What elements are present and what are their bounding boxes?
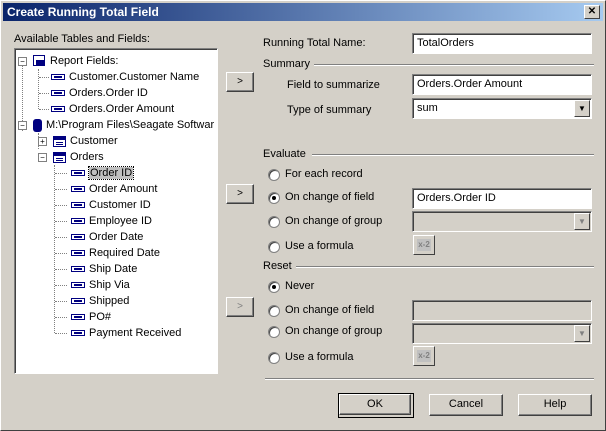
evaluate-on-change-of-group-label: On change of group: [285, 215, 383, 227]
evaluate-use-a-formula-radio[interactable]: [268, 241, 280, 253]
evaluate-on-change-of-group-radio[interactable]: [268, 216, 280, 228]
tree-line: [54, 165, 55, 333]
tree-node-field[interactable]: Customer.Customer Name: [51, 69, 199, 85]
tree-node-field[interactable]: Orders.Order Amount: [51, 101, 174, 117]
field-icon: [51, 90, 65, 97]
field-icon: [71, 250, 85, 257]
field-icon: [71, 234, 85, 241]
reset-on-change-of-field-radio[interactable]: [268, 305, 280, 317]
database-icon: [33, 118, 42, 132]
collapse-toggle[interactable]: −: [38, 153, 47, 162]
field-icon: [71, 202, 85, 209]
field-icon: [71, 330, 85, 337]
field-icon: [51, 106, 65, 113]
evaluate-divider: [312, 154, 594, 156]
reset-never-radio[interactable]: [268, 281, 280, 293]
chevron-down-icon[interactable]: ▼: [574, 100, 590, 117]
tree-node-table-orders[interactable]: Orders: [53, 149, 104, 165]
evaluate-on-change-of-field-radio[interactable]: [268, 192, 280, 204]
tree-node-database[interactable]: M:\Program Files\Seagate Softwar: [33, 117, 214, 133]
reset-use-a-formula-label: Use a formula: [285, 351, 354, 363]
reset-use-a-formula-radio[interactable]: [268, 352, 280, 364]
reset-field-input[interactable]: [412, 300, 592, 321]
window-title: Create Running Total Field: [7, 5, 159, 19]
field-to-summarize-input[interactable]: Orders.Order Amount: [412, 74, 592, 95]
close-button[interactable]: ✕: [584, 5, 600, 19]
field-icon: [71, 298, 85, 305]
summary-heading: Summary: [263, 58, 311, 70]
tree-node-field[interactable]: Order ID: [71, 165, 135, 181]
tree-node-field[interactable]: Customer ID: [71, 197, 151, 213]
evaluate-heading: Evaluate: [263, 148, 306, 160]
available-fields-label: Available Tables and Fields:: [14, 33, 150, 45]
reset-formula-button[interactable]: x-2: [413, 346, 435, 366]
collapse-toggle[interactable]: −: [18, 121, 27, 130]
field-icon: [71, 170, 85, 177]
tree-node-field[interactable]: Payment Received: [71, 325, 181, 341]
field-icon: [71, 266, 85, 273]
help-button[interactable]: Help: [518, 394, 592, 416]
reset-divider: [296, 266, 594, 268]
field-icon: [71, 186, 85, 193]
fields-tree[interactable]: − Report Fields: Customer.Customer Name …: [14, 48, 218, 374]
tree-node-report-fields[interactable]: Report Fields:: [33, 53, 118, 69]
field-icon: [71, 218, 85, 225]
formula-icon: x-2: [417, 350, 431, 362]
reset-never-label: Never: [285, 280, 315, 292]
tree-node-field[interactable]: Order Date: [71, 229, 143, 245]
footer-divider: [265, 378, 594, 380]
formula-icon: x-2: [417, 239, 431, 251]
add-evaluate-field-button[interactable]: >: [226, 184, 254, 204]
reset-on-change-of-group-radio[interactable]: [268, 326, 280, 338]
tree-node-field[interactable]: PO#: [71, 309, 111, 325]
table-icon: [53, 135, 66, 147]
add-summary-field-button[interactable]: >: [226, 72, 254, 92]
expand-toggle[interactable]: +: [38, 137, 47, 146]
table-icon: [53, 151, 66, 163]
type-of-summary-label: Type of summary: [287, 104, 372, 116]
type-of-summary-select[interactable]: sum ▼: [412, 98, 592, 119]
evaluate-field-input[interactable]: Orders.Order ID: [412, 188, 592, 209]
tree-node-field[interactable]: Employee ID: [71, 213, 152, 229]
tree-node-field[interactable]: Orders.Order ID: [51, 85, 148, 101]
tree-node-field[interactable]: Ship Date: [71, 261, 137, 277]
evaluate-use-a-formula-label: Use a formula: [285, 240, 354, 252]
ok-button[interactable]: OK: [339, 394, 411, 415]
tree-node-table-customer[interactable]: Customer: [53, 133, 118, 149]
chevron-down-icon[interactable]: ▼: [574, 325, 590, 342]
running-total-name-input[interactable]: TotalOrders: [412, 33, 592, 54]
tree-node-field[interactable]: Ship Via: [71, 277, 130, 293]
tree-node-field[interactable]: Order Amount: [71, 181, 157, 197]
report-fields-icon: [33, 55, 46, 67]
tree-line: [38, 69, 39, 109]
cancel-button[interactable]: Cancel: [429, 394, 503, 416]
field-to-summarize-label: Field to summarize: [287, 79, 380, 91]
field-icon: [51, 74, 65, 81]
evaluate-on-change-of-field-label: On change of field: [285, 191, 375, 203]
title-bar[interactable]: Create Running Total Field ✕: [3, 3, 603, 21]
reset-heading: Reset: [263, 260, 292, 272]
evaluate-formula-button[interactable]: x-2: [413, 235, 435, 255]
tree-node-field[interactable]: Shipped: [71, 293, 129, 309]
field-icon: [71, 282, 85, 289]
summary-divider: [314, 64, 594, 66]
chevron-down-icon[interactable]: ▼: [574, 213, 590, 230]
type-of-summary-value: sum: [417, 102, 438, 114]
add-reset-field-button[interactable]: >: [226, 297, 254, 317]
reset-group-select[interactable]: ▼: [412, 323, 592, 344]
evaluate-group-select[interactable]: ▼: [412, 211, 592, 232]
evaluate-for-each-record-label: For each record: [285, 168, 363, 180]
running-total-name-label: Running Total Name:: [263, 37, 366, 49]
collapse-toggle[interactable]: −: [18, 57, 27, 66]
reset-on-change-of-group-label: On change of group: [285, 325, 383, 337]
reset-on-change-of-field-label: On change of field: [285, 304, 375, 316]
evaluate-for-each-record-radio[interactable]: [268, 169, 280, 181]
field-icon: [71, 314, 85, 321]
tree-node-field[interactable]: Required Date: [71, 245, 160, 261]
